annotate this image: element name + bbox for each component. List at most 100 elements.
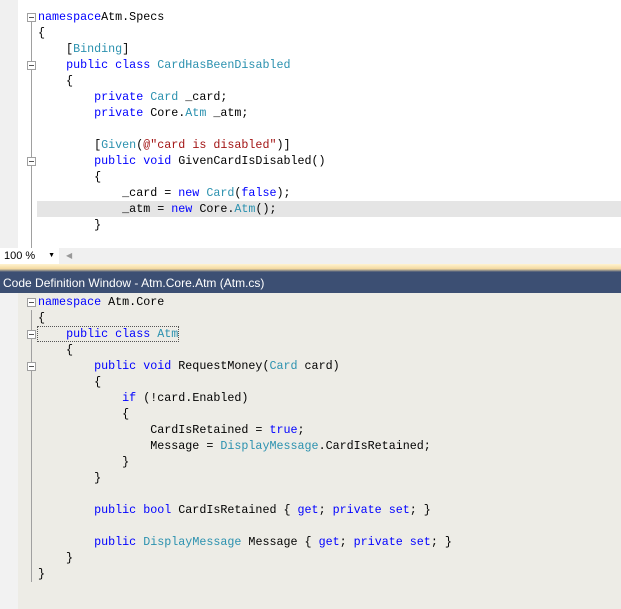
code-token: { (38, 74, 74, 88)
definition-code-lines[interactable]: namespace Atm.Core{ public class Atm { p… (0, 294, 621, 582)
code-token: _atm = (38, 202, 172, 216)
code-token: Atm.Specs (101, 10, 165, 24)
code-line[interactable]: [Binding] (0, 41, 621, 57)
collapse-icon[interactable] (27, 157, 36, 166)
zoom-dropdown[interactable]: 100 % ▼ (0, 248, 59, 264)
code-line[interactable]: public class Atm (0, 326, 621, 342)
code-lines[interactable]: namespaceAtm.Specs{ [Binding] public cla… (0, 9, 621, 233)
code-line[interactable]: _atm = new Core.Atm(); (37, 201, 621, 217)
code-token: .CardIsRetained; (318, 439, 431, 453)
code-line[interactable]: { (0, 406, 621, 422)
code-token: namespace (38, 10, 102, 24)
splitter[interactable] (0, 264, 621, 272)
code-token: Atm.Core (101, 295, 165, 309)
code-line[interactable]: public bool CardIsRetained { get; privat… (0, 502, 621, 518)
code-token: } (38, 455, 130, 469)
code-line[interactable]: { (0, 310, 621, 326)
code-token: get (297, 503, 319, 517)
code-line[interactable]: public DisplayMessage Message { get; pri… (0, 534, 621, 550)
code-line[interactable]: namespace Atm.Core (0, 294, 621, 310)
code-token: public class (66, 58, 158, 72)
code-token: true (269, 423, 298, 437)
code-token: Atm (234, 202, 256, 216)
code-token: [ (38, 42, 74, 56)
code-token: ; } (409, 503, 431, 517)
code-token: public void (94, 359, 179, 373)
code-line[interactable]: } (0, 217, 621, 233)
code-token: RequestMoney( (178, 359, 270, 373)
code-line[interactable]: private Core.Atm _atm; (0, 105, 621, 121)
code-token: Atm (185, 106, 207, 120)
code-line[interactable] (0, 518, 621, 534)
code-token: { (38, 26, 46, 40)
code-token: Core. (150, 106, 186, 120)
code-line[interactable]: { (0, 73, 621, 89)
code-token: Binding (73, 42, 123, 56)
code-token: Message { (241, 535, 319, 549)
code-token: } (38, 471, 102, 485)
code-token: Card (206, 186, 235, 200)
code-line[interactable]: { (0, 342, 621, 358)
code-token: _atm; (206, 106, 249, 120)
code-line[interactable]: if (!card.Enabled) (0, 390, 621, 406)
code-token: ; } (430, 535, 452, 549)
collapse-icon[interactable] (27, 330, 36, 339)
code-token: Given (101, 138, 137, 152)
code-line[interactable]: } (0, 566, 621, 582)
code-definition-window[interactable]: namespace Atm.Core{ public class Atm { p… (0, 293, 621, 609)
code-token: Message = (38, 439, 221, 453)
code-token: } (38, 567, 46, 581)
code-line[interactable]: CardIsRetained = true; (0, 422, 621, 438)
code-token: } (38, 551, 74, 565)
code-line[interactable]: Message = DisplayMessage.CardIsRetained; (0, 438, 621, 454)
code-token: CardHasBeenDisabled (157, 58, 291, 72)
code-token: Core. (199, 202, 235, 216)
code-line[interactable]: { (0, 169, 621, 185)
scroll-left-icon[interactable]: ◀ (66, 248, 72, 264)
code-token: )] (276, 138, 291, 152)
collapse-icon[interactable] (27, 362, 36, 371)
code-line[interactable]: public void RequestMoney(Card card) (0, 358, 621, 374)
code-line[interactable]: { (0, 25, 621, 41)
code-line[interactable] (0, 121, 621, 137)
panel-title: Code Definition Window - Atm.Core.Atm (A… (0, 272, 621, 293)
code-line[interactable] (0, 486, 621, 502)
code-line[interactable]: namespaceAtm.Specs (0, 9, 621, 25)
code-line[interactable]: } (0, 454, 621, 470)
code-token: _card; (178, 90, 228, 104)
code-line[interactable]: public class CardHasBeenDisabled (0, 57, 621, 73)
code-line[interactable]: } (0, 470, 621, 486)
code-token: Card (269, 359, 298, 373)
code-token: private set (332, 503, 410, 517)
code-line[interactable]: [Given(@"card is disabled")] (0, 137, 621, 153)
code-line[interactable]: { (0, 374, 621, 390)
code-line[interactable]: private Card _card; (0, 89, 621, 105)
code-line[interactable]: } (0, 550, 621, 566)
code-token: CardIsRetained = (38, 423, 270, 437)
chevron-down-icon[interactable]: ▼ (48, 248, 55, 264)
code-token: public void (94, 154, 179, 168)
collapse-icon[interactable] (27, 13, 36, 22)
code-token: private set (353, 535, 431, 549)
code-token: new (171, 202, 200, 216)
code-token: (!card.Enabled) (143, 391, 249, 405)
code-token: new (178, 186, 207, 200)
collapse-icon[interactable] (27, 298, 36, 307)
code-token: card) (297, 359, 340, 373)
code-token: false (241, 186, 277, 200)
code-token: _card = (38, 186, 179, 200)
collapse-icon[interactable] (27, 61, 36, 70)
code-token: [ (38, 138, 102, 152)
code-line[interactable]: public void GivenCardIsDisabled() (0, 153, 621, 169)
code-token: if (122, 391, 144, 405)
code-token: ); (276, 186, 291, 200)
code-line[interactable]: _card = new Card(false); (0, 185, 621, 201)
code-editor[interactable]: namespaceAtm.Specs{ [Binding] public cla… (0, 0, 621, 248)
